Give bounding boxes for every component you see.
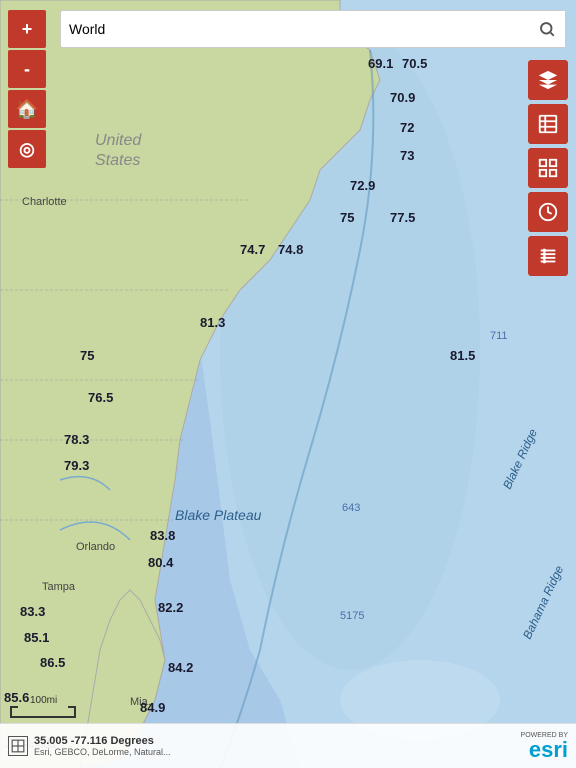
temperature-label-t16: 81.5	[450, 348, 475, 363]
scale-bar: 100mi	[10, 695, 76, 718]
search-button[interactable]	[529, 11, 565, 47]
time-button[interactable]	[528, 192, 568, 232]
layers-button[interactable]	[528, 60, 568, 100]
temperature-label-t5: 70.9	[390, 90, 415, 105]
locate-button[interactable]: ◎	[8, 130, 46, 168]
coordinates-section: 35.005 -77.116 Degrees Esri, GEBCO, DeLo…	[8, 735, 171, 757]
map-background	[0, 0, 576, 768]
temperature-label-t24: 85.1	[24, 630, 49, 645]
temperature-label-t22: 83.3	[20, 604, 45, 619]
temperature-label-t14: 81.3	[200, 315, 225, 330]
temperature-label-t9: 77.5	[390, 210, 415, 225]
temperature-label-t28: 84.9	[140, 700, 165, 715]
temperature-label-t19: 79.3	[64, 458, 89, 473]
temperature-label-t8: 72.9	[350, 178, 375, 193]
zoom-in-button[interactable]: +	[8, 10, 46, 48]
temperature-label-t25: 86.5	[40, 655, 65, 670]
bottom-bar: 35.005 -77.116 Degrees Esri, GEBCO, DeLo…	[0, 723, 576, 768]
home-button[interactable]: 🏠	[8, 90, 46, 128]
coordinates-text: 35.005 -77.116 Degrees	[34, 735, 171, 747]
right-controls	[528, 60, 568, 276]
coordinates-icon	[8, 736, 28, 756]
depth-label-d1: 711	[490, 330, 508, 342]
temperature-label-t12: 74.8	[278, 242, 303, 257]
temperature-label-t10: 75	[340, 210, 354, 225]
depth-label-d3: 5175	[340, 610, 364, 622]
temperature-label-t21: 80.4	[148, 555, 173, 570]
temperature-label-t4: 70.5	[402, 56, 427, 71]
temperature-label-t3: 69.1	[368, 56, 393, 71]
map-container[interactable]: 68.571.169.170.570.9727372.977.57574.774…	[0, 0, 576, 768]
search-bar	[60, 10, 566, 48]
temperature-label-t11: 74.7	[240, 242, 265, 257]
attribution-text: Esri, GEBCO, DeLorme, Natural...	[34, 747, 171, 757]
esri-text: esri	[529, 739, 568, 761]
esri-logo: POWERED BY esri	[521, 732, 568, 761]
list-button[interactable]	[528, 236, 568, 276]
temperature-label-t23: 82.2	[158, 600, 183, 615]
table-button[interactable]	[528, 104, 568, 144]
temperature-label-t18: 78.3	[64, 432, 89, 447]
left-controls: + - 🏠 ◎	[8, 10, 46, 168]
grid-button[interactable]	[528, 148, 568, 188]
zoom-out-button[interactable]: -	[8, 50, 46, 88]
depth-label-d2: 643	[342, 502, 360, 514]
search-input[interactable]	[61, 21, 529, 37]
temperature-label-t17: 76.5	[88, 390, 113, 405]
temperature-label-t6: 72	[400, 120, 414, 135]
temperature-label-t15: 75	[80, 348, 94, 363]
scale-label: 100mi	[30, 695, 57, 706]
temperature-label-t7: 73	[400, 148, 414, 163]
temperature-label-t20: 83.8	[150, 528, 175, 543]
temperature-label-t26: 84.2	[168, 660, 193, 675]
